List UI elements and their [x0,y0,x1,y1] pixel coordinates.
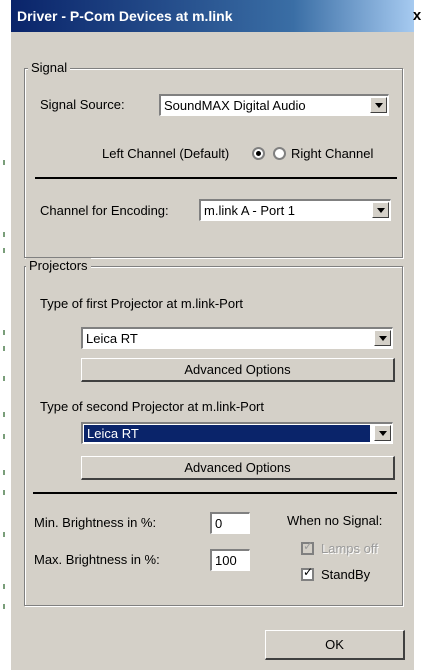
checkmark-icon: ✓ [303,565,314,579]
first-projector-label: Type of first Projector at m.link-Port [40,296,244,311]
close-button[interactable]: x [410,8,424,24]
edge-marker [3,248,5,253]
second-projector-dropdown[interactable]: Leica RT [81,422,393,444]
edge-marker [3,434,5,439]
projectors-separator [33,492,397,494]
max-brightness-input[interactable]: 100 [210,549,250,571]
projectors-group-label: Projectors [26,258,91,273]
radio-selected-dot [256,151,261,156]
standby-checkbox[interactable]: ✓ [301,565,314,581]
chevron-down-icon[interactable] [372,202,389,218]
right-channel-radio[interactable] [273,147,286,160]
edge-marker [3,490,5,495]
left-channel-label: Left Channel (Default) [102,146,230,161]
second-projector-value: Leica RT [84,425,370,442]
edge-marker [3,232,5,237]
min-brightness-label: Min. Brightness in %: [34,515,157,530]
signal-source-value: SoundMAX Digital Audio [164,98,306,113]
second-advanced-options-button[interactable]: Advanced Options [81,456,395,480]
edge-marker [3,160,5,165]
lamps-off-label: Lamps off [321,541,378,556]
signal-group-label: Signal [28,60,71,75]
chevron-down-icon[interactable] [374,425,391,441]
encoding-channel-label: Channel for Encoding: [40,203,169,218]
standby-label: StandBy [321,567,371,582]
edge-marker [3,470,5,475]
edge-marker [3,604,5,609]
edge-marker [3,346,5,351]
max-brightness-label: Max. Brightness in %: [34,552,160,567]
min-brightness-input[interactable]: 0 [210,512,250,534]
edge-marker [3,412,5,417]
edge-marker [3,584,5,589]
first-projector-dropdown[interactable]: Leica RT [81,327,393,349]
first-advanced-options-button[interactable]: Advanced Options [81,358,395,382]
signal-source-label: Signal Source: [40,97,125,112]
left-channel-radio[interactable] [252,147,265,160]
right-channel-label: Right Channel [291,146,374,161]
edge-marker [3,532,5,537]
checkmark-icon: ✓ [303,539,314,553]
first-projector-value: Leica RT [86,331,138,346]
no-signal-label: When no Signal: [287,513,383,528]
chevron-down-icon[interactable] [374,330,391,346]
close-icon[interactable]: x [410,8,424,24]
encoding-channel-value: m.link A - Port 1 [204,203,296,218]
ok-button[interactable]: OK [265,630,405,660]
signal-source-dropdown[interactable]: SoundMAX Digital Audio [159,94,389,116]
edge-marker [3,376,5,381]
signal-separator [35,177,397,179]
lamps-off-checkbox[interactable]: ✓ [301,539,314,555]
edge-marker [3,330,5,335]
title-bar[interactable]: Driver - P-Com Devices at m.link [11,0,414,32]
chevron-down-icon[interactable] [370,97,387,113]
window-title: Driver - P-Com Devices at m.link [17,8,233,24]
encoding-channel-dropdown[interactable]: m.link A - Port 1 [199,199,391,221]
second-projector-label: Type of second Projector at m.link-Port [40,399,264,414]
driver-dialog: Driver - P-Com Devices at m.link Signal … [11,0,414,670]
